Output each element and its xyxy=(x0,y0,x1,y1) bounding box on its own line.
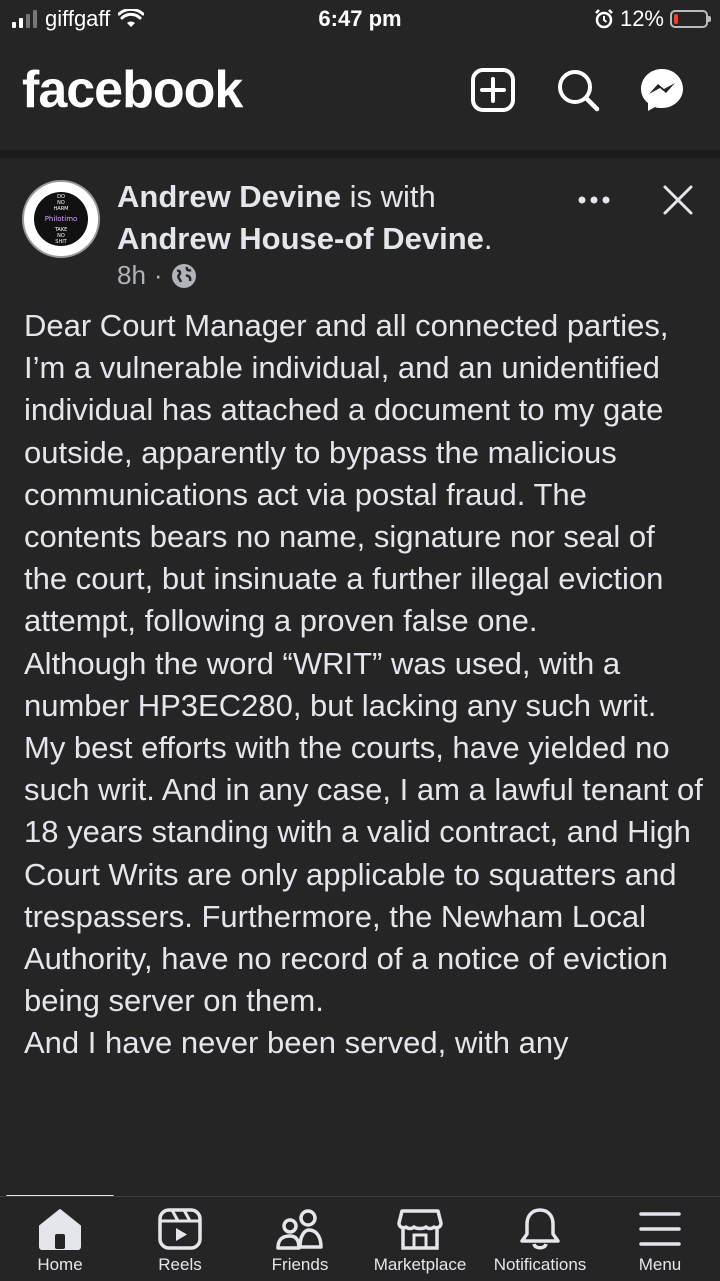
search-icon[interactable] xyxy=(554,66,602,114)
tab-menu[interactable]: Menu xyxy=(600,1197,720,1281)
author-name[interactable]: Andrew Devine xyxy=(117,179,341,214)
header-divider xyxy=(0,150,720,158)
reels-icon xyxy=(158,1208,202,1250)
author-avatar[interactable]: DO NO HARM Philotimo TAKE NO SHIT xyxy=(22,180,100,258)
create-post-icon[interactable] xyxy=(469,66,517,114)
tab-friends[interactable]: Friends xyxy=(240,1197,360,1281)
bottom-tab-bar: Home Reels Friends Marketplace Notificat… xyxy=(0,1196,720,1281)
globe-icon xyxy=(171,263,196,288)
tab-marketplace[interactable]: Marketplace xyxy=(360,1197,480,1281)
tab-reels-label: Reels xyxy=(158,1255,202,1274)
avatar-text-7: SHIT xyxy=(55,239,67,245)
post-time[interactable]: 8h xyxy=(117,260,146,291)
post-body: Dear Court Manager and all connected par… xyxy=(24,305,704,1065)
bell-icon xyxy=(520,1208,560,1250)
close-icon[interactable] xyxy=(660,182,696,218)
app-header: facebook xyxy=(0,40,720,150)
tab-reels[interactable]: Reels xyxy=(120,1197,240,1281)
status-right: 12% xyxy=(594,6,711,32)
avatar-text-3: HARM xyxy=(53,206,69,212)
facebook-logo[interactable]: facebook xyxy=(22,60,243,120)
meta-separator: · xyxy=(153,260,163,290)
alarm-icon xyxy=(595,9,613,29)
home-icon xyxy=(39,1209,81,1250)
tab-menu-label: Menu xyxy=(638,1255,682,1274)
tab-friends-label: Friends xyxy=(271,1255,329,1274)
friends-icon xyxy=(276,1209,323,1250)
tab-notifications-label: Notifications xyxy=(493,1255,587,1274)
post-author-line: Andrew Devine is with Andrew House-of De… xyxy=(117,179,493,256)
author-connector: is with xyxy=(349,179,436,214)
menu-icon xyxy=(639,1212,681,1246)
tab-notifications[interactable]: Notifications xyxy=(480,1197,600,1281)
tab-home-label: Home xyxy=(37,1255,83,1274)
post-paragraph: I’m a vulnerable individual, and an unid… xyxy=(24,350,664,639)
post-meta: 8h · xyxy=(117,260,197,291)
marketplace-icon xyxy=(397,1209,443,1250)
tagged-person[interactable]: Andrew House-of Devine xyxy=(117,221,484,256)
battery-icon xyxy=(670,10,711,28)
avatar-text-4: Philotimo xyxy=(44,215,78,223)
tab-marketplace-label: Marketplace xyxy=(373,1255,467,1274)
post-paragraph: Although the word “WRIT” was used, with … xyxy=(24,645,703,1019)
messenger-icon[interactable] xyxy=(638,66,686,114)
battery-percent: 12% xyxy=(619,6,664,31)
more-options-icon[interactable] xyxy=(574,182,614,218)
tab-home[interactable]: Home xyxy=(0,1197,120,1281)
status-bar: giffgaff 6:47 pm 12% xyxy=(0,0,720,40)
post-paragraph: Dear Court Manager and all connected par… xyxy=(24,308,669,343)
post-paragraph: And I have never been served, with any xyxy=(24,1025,569,1061)
